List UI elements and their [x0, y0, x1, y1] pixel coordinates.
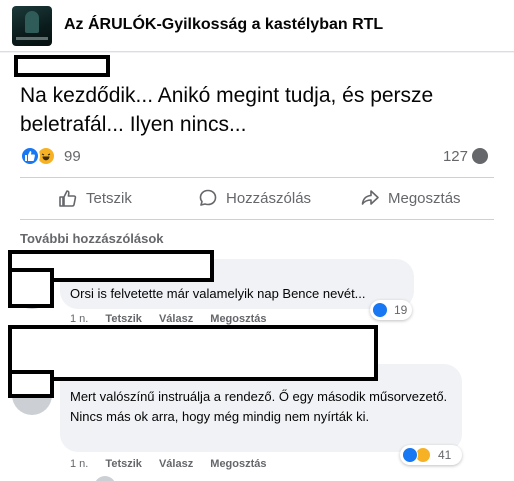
comment-time[interactable]: 1 n.: [70, 458, 88, 470]
comment-button-label: Hozzászólás: [226, 189, 312, 207]
like-icon: [20, 146, 40, 166]
reply-avatar[interactable]: [94, 476, 116, 481]
post-reaction-icons[interactable]: [20, 146, 60, 166]
comment-text: Orsi is felvetette már valamelyik nap Be…: [70, 286, 366, 301]
share-arrow-icon: [361, 190, 379, 205]
comment-meta: 1 n. Tetszik Válasz Megosztás: [70, 313, 267, 325]
group-thumbnail[interactable]: [12, 6, 52, 46]
divider-top: [20, 177, 494, 178]
like-icon: [372, 302, 388, 318]
comment-share-button[interactable]: Megosztás: [210, 313, 266, 325]
like-button[interactable]: Tetszik: [58, 187, 132, 209]
divider-bottom: [20, 219, 494, 220]
comment-reply-button[interactable]: Válasz: [159, 458, 193, 470]
share-button-label: Megosztás: [388, 189, 461, 207]
thumbs-up-icon: [59, 190, 77, 207]
group-thumbnail-figure: [25, 11, 39, 33]
comment-reply-button[interactable]: Válasz: [159, 313, 193, 325]
comment-reaction-count: 19: [394, 303, 408, 317]
comment-share-button[interactable]: Megosztás: [210, 458, 266, 470]
comment-reactions[interactable]: 41: [400, 445, 462, 465]
redacted-commenter-avatar: [8, 370, 54, 398]
comment-reaction-count: 41: [438, 448, 452, 462]
comment-text: Mert valószínű instruálja a rendező. Ő e…: [70, 389, 448, 424]
comment-like-button[interactable]: Tetszik: [105, 458, 141, 470]
comment-like-button[interactable]: Tetszik: [105, 313, 141, 325]
group-header: Az ÁRULÓK-Gyilkosság a kastélyban RTL: [0, 0, 514, 52]
comment-time[interactable]: 1 n.: [70, 313, 88, 325]
group-thumbnail-caption: [16, 37, 48, 40]
post-text: Na kezdődik... Anikó megint tudja, és pe…: [20, 84, 434, 136]
post-comment-count[interactable]: 127: [443, 148, 468, 165]
group-name[interactable]: Az ÁRULÓK-Gyilkosság a kastélyban RTL: [64, 16, 383, 34]
redacted-commenter-avatar: [8, 268, 54, 308]
redacted-author-name: [14, 55, 110, 77]
like-button-label: Tetszik: [86, 189, 132, 207]
more-comments-link[interactable]: További hozzászólások: [20, 231, 164, 246]
comment-bubble-icon: [472, 148, 488, 164]
like-icon: [402, 447, 418, 463]
comment-meta: 1 n. Tetszik Válasz Megosztás: [70, 458, 267, 470]
speech-bubble-icon: [199, 189, 217, 206]
comment-button[interactable]: Hozzászólás: [198, 187, 311, 209]
share-button[interactable]: Megosztás: [360, 187, 461, 209]
redacted-commenter-name: [8, 325, 378, 381]
comment-reactions[interactable]: 19: [370, 300, 412, 320]
post-reaction-count[interactable]: 99: [64, 148, 81, 165]
post-card: Na kezdődik... Anikó megint tudja, és pe…: [0, 53, 514, 481]
